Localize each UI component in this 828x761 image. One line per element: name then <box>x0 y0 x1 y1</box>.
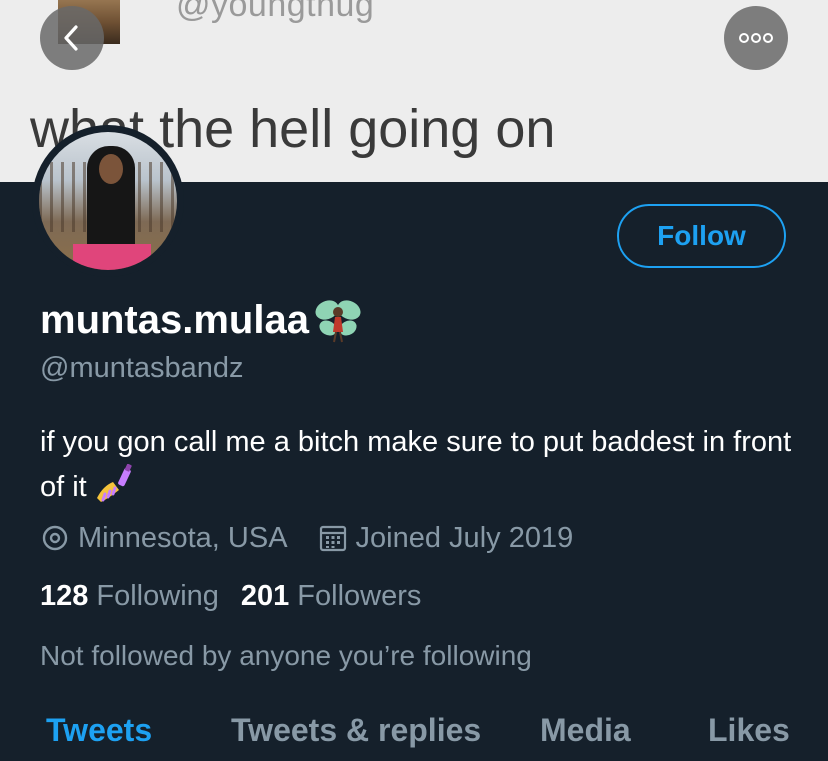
display-name: muntas.mulaa <box>40 297 309 342</box>
tab-likes[interactable]: Likes <box>708 712 790 749</box>
following-link[interactable]: 128 Following <box>40 580 219 613</box>
follow-counts: 128 Following 201 Followers <box>40 576 421 616</box>
followers-count: 201 <box>240 579 290 612</box>
bio-text: if you gon call me a bitch make sure to … <box>40 426 792 503</box>
location-pin-icon <box>42 525 68 551</box>
fairy-emoji-icon <box>315 300 361 343</box>
display-name-row: muntas.mulaa <box>40 296 363 344</box>
user-handle: @muntasbandz <box>40 352 244 384</box>
tab-tweets-and-replies[interactable]: Tweets & replies <box>231 712 481 749</box>
profile-tabs: Tweets Tweets & replies Media Likes <box>0 712 828 761</box>
location-text: Minnesota, USA <box>78 521 288 554</box>
not-followed-note: Not followed by anyone you’re following <box>40 640 532 671</box>
following-count: 128 <box>40 579 89 612</box>
tab-tweets[interactable]: Tweets <box>46 712 152 749</box>
more-options-button[interactable] <box>724 6 788 70</box>
back-button[interactable] <box>40 6 104 70</box>
calendar-icon <box>319 525 346 552</box>
following-label: Following <box>96 579 219 612</box>
nail-polish-emoji-icon <box>96 464 132 502</box>
followers-link[interactable]: 201 Followers <box>241 580 421 613</box>
chevron-left-icon <box>64 25 78 51</box>
profile-meta: Minnesota, USA Joined July 2019 <box>40 518 573 558</box>
avatar[interactable] <box>32 125 184 277</box>
tab-media[interactable]: Media <box>540 712 631 749</box>
joined-date: Joined July 2019 <box>355 521 574 554</box>
banner-handle-text: @youngthug <box>176 0 375 24</box>
more-options-icon <box>739 33 773 43</box>
avatar-photo <box>39 132 177 270</box>
followers-label: Followers <box>297 579 422 612</box>
bio: if you gon call me a bitch make sure to … <box>40 420 800 509</box>
follow-button[interactable]: Follow <box>617 204 786 268</box>
